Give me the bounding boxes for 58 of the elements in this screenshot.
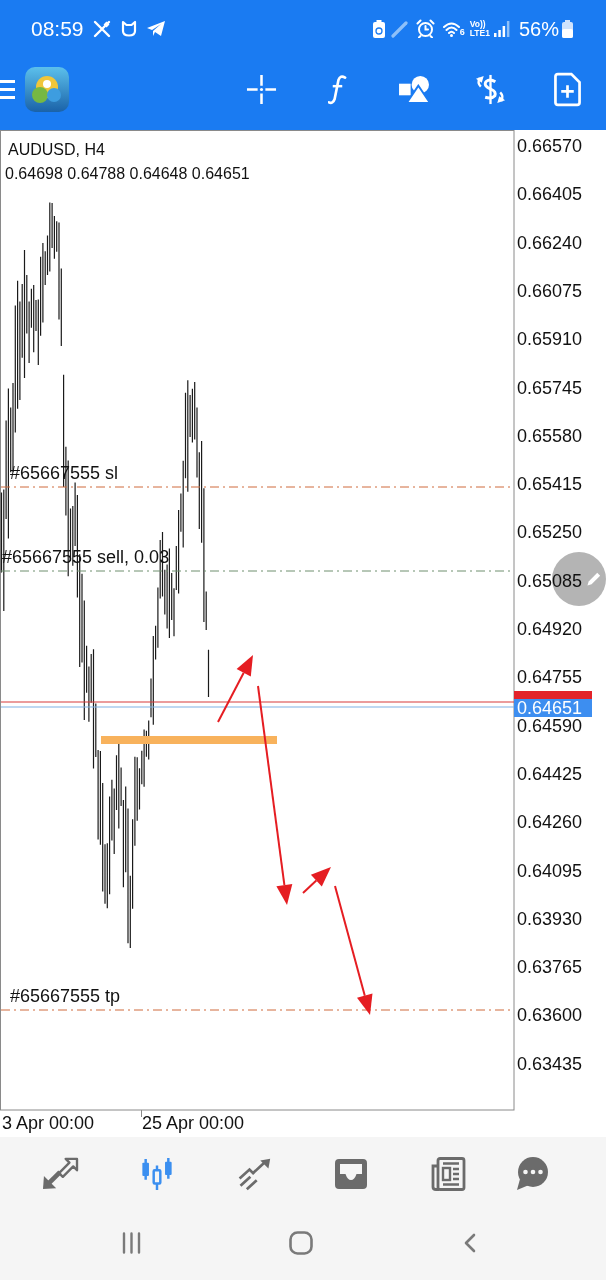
menu-icon <box>0 80 15 99</box>
paper-plane-icon <box>145 20 166 37</box>
time-axis-label: 25 Apr 00:00 <box>142 1113 245 1133</box>
back-icon <box>464 1233 476 1253</box>
alarm-clock-icon <box>415 19 435 38</box>
price-axis-label: 0.65745 <box>517 377 583 398</box>
trend-arrow <box>302 867 331 894</box>
inbox-tray-icon <box>333 1157 369 1190</box>
price-axis-label: 0.66240 <box>517 232 583 253</box>
crosshair-icon <box>245 74 277 105</box>
home-icon <box>289 1231 313 1255</box>
price-axis-label: 0.65085 <box>517 570 583 591</box>
price-axis-label: 0.65250 <box>517 522 583 543</box>
new-document-icon <box>553 72 581 107</box>
lte-label: LTE1 <box>469 28 490 38</box>
ohlc-values: 0.64698 0.64788 0.64648 0.64651 <box>5 164 250 184</box>
price-axis-label: 0.65580 <box>517 425 583 446</box>
trend-arrow <box>217 655 253 723</box>
symbol-timeframe-label: AUDUSD, H4 <box>8 140 105 160</box>
price-axis-label: 0.64095 <box>517 860 583 881</box>
price-axis-label: 0.63600 <box>517 1005 583 1026</box>
wifi-band-label: 6 <box>459 26 465 37</box>
time-axis-label: 3 Apr 00:00 <box>2 1113 95 1133</box>
bid-price-tag: 0.64651 <box>514 699 592 717</box>
price-axis-label: 0.63930 <box>517 908 583 929</box>
volte-label: Vo)) <box>469 19 486 29</box>
price-axis-label: 0.65415 <box>517 474 583 495</box>
diagonal-arrows-icon <box>41 1156 79 1191</box>
battery-percent: 56% <box>518 16 559 41</box>
recent-apps-icon <box>121 1232 141 1254</box>
price-axis-label: 0.63765 <box>517 957 583 978</box>
newspaper-icon <box>430 1155 466 1192</box>
cat-head-icon <box>120 20 137 37</box>
wifi-icon <box>442 20 460 37</box>
signal-icon <box>493 20 510 37</box>
price-axis-label: 0.64920 <box>517 619 583 639</box>
order-label: #65667555 tp <box>10 985 121 1007</box>
price-axis-label: 0.66075 <box>517 280 583 301</box>
chat-bubble-icon <box>515 1156 551 1191</box>
shapes-icon <box>397 75 431 104</box>
function-icon <box>328 74 347 105</box>
menu-button[interactable] <box>0 80 15 99</box>
battery-icon <box>562 19 573 38</box>
price-axis-label: 0.65910 <box>517 329 583 350</box>
price-axis-label: 0.64755 <box>517 667 583 688</box>
crossed-tools-icon <box>92 19 111 38</box>
price-axis-label: 0.66405 <box>517 184 583 205</box>
pen-icon <box>390 19 409 38</box>
status-time: 08:59 <box>31 16 84 41</box>
trend-up-icon <box>236 1156 272 1191</box>
price-axis-label: 0.64590 <box>517 715 583 736</box>
price-axis-label: 0.63435 <box>517 1053 583 1074</box>
price-axis-label: 0.64260 <box>517 812 583 833</box>
battery-saver-icon <box>372 19 385 38</box>
price-axis-label: 0.64425 <box>517 763 583 784</box>
app-logo-icon[interactable] <box>25 67 69 112</box>
price-axis-label: 0.66570 <box>517 136 583 156</box>
pencil-icon <box>585 570 603 588</box>
